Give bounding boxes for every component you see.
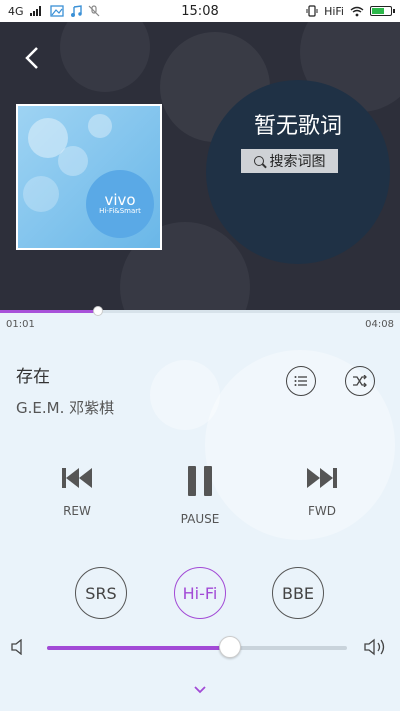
music-notification-icon — [70, 5, 82, 17]
network-indicator: 4G — [8, 4, 24, 18]
fast-forward-label: FWD — [307, 504, 336, 518]
vivo-logo: vivo Hi-Fi&Smart — [86, 170, 154, 238]
current-time: 01:01 — [6, 319, 35, 330]
vivo-logo-text: vivo — [104, 190, 136, 209]
mute-mic-icon — [88, 5, 99, 17]
chevron-down-icon[interactable] — [192, 684, 208, 696]
volume-slider[interactable] — [47, 636, 347, 658]
bbe-label: BBE — [281, 583, 315, 603]
hifi-label: Hi-Fi — [182, 583, 218, 603]
album-art: vivo Hi-Fi&Smart — [16, 104, 162, 250]
back-button[interactable] — [14, 40, 50, 76]
background-bubble — [60, 22, 150, 92]
back-arrow-icon — [25, 47, 38, 69]
battery-fill — [372, 8, 384, 14]
hifi-indicator: HiFi — [324, 4, 344, 18]
signal-icon — [29, 6, 41, 16]
search-lyrics-label: 搜索词图 — [269, 154, 326, 170]
total-time: 04:08 — [365, 319, 394, 330]
image-notification-icon — [49, 5, 64, 17]
pause-button[interactable]: PAUSE — [175, 466, 225, 526]
volume-high-icon[interactable] — [363, 638, 389, 656]
pause-label: PAUSE — [180, 512, 220, 526]
status-left: 4G — [8, 5, 100, 18]
vibrate-icon — [306, 5, 318, 17]
shuffle-button[interactable] — [345, 366, 375, 396]
srs-effect-button[interactable]: SRS — [75, 567, 127, 619]
status-right: HiFi — [306, 4, 395, 18]
progress-fill — [0, 310, 99, 313]
battery-icon — [370, 6, 395, 16]
album-bubble — [23, 176, 59, 212]
hifi-effect-button[interactable]: Hi-Fi — [174, 567, 226, 619]
volume-fill — [47, 646, 230, 650]
volume-thumb[interactable] — [219, 636, 241, 658]
rewind-icon — [62, 468, 92, 488]
bbe-effect-button[interactable]: BBE — [272, 567, 324, 619]
volume-low-icon[interactable] — [10, 639, 26, 655]
list-icon — [294, 376, 307, 386]
progress-thumb[interactable] — [93, 306, 104, 316]
search-icon — [253, 156, 264, 166]
fast-forward-button[interactable]: FWD — [297, 466, 347, 518]
background-bubble — [150, 360, 220, 430]
song-title: 存在 — [16, 367, 50, 387]
artist-name: G.E.M. 邓紫棋 — [16, 399, 115, 417]
rewind-button[interactable]: REW — [52, 466, 102, 518]
status-bar: 4G 15:08 HiFi — [0, 0, 400, 22]
playback-progress-bar[interactable] — [0, 306, 400, 316]
rewind-label: REW — [63, 504, 91, 518]
status-time: 15:08 — [181, 3, 219, 19]
vivo-logo-subtext: Hi-Fi&Smart — [99, 207, 141, 216]
shuffle-icon — [353, 375, 367, 387]
no-lyrics-text: 暂无歌词 — [253, 114, 342, 139]
album-bubble — [88, 114, 112, 138]
fast-forward-icon — [307, 468, 337, 488]
now-playing-header: vivo Hi-Fi&Smart — [0, 22, 400, 310]
search-lyrics-button[interactable]: 搜索词图 — [241, 149, 338, 173]
srs-label: SRS — [85, 583, 117, 603]
wifi-icon — [350, 6, 364, 16]
album-bubble — [58, 146, 88, 176]
pause-icon — [188, 466, 212, 496]
playlist-button[interactable] — [286, 366, 316, 396]
